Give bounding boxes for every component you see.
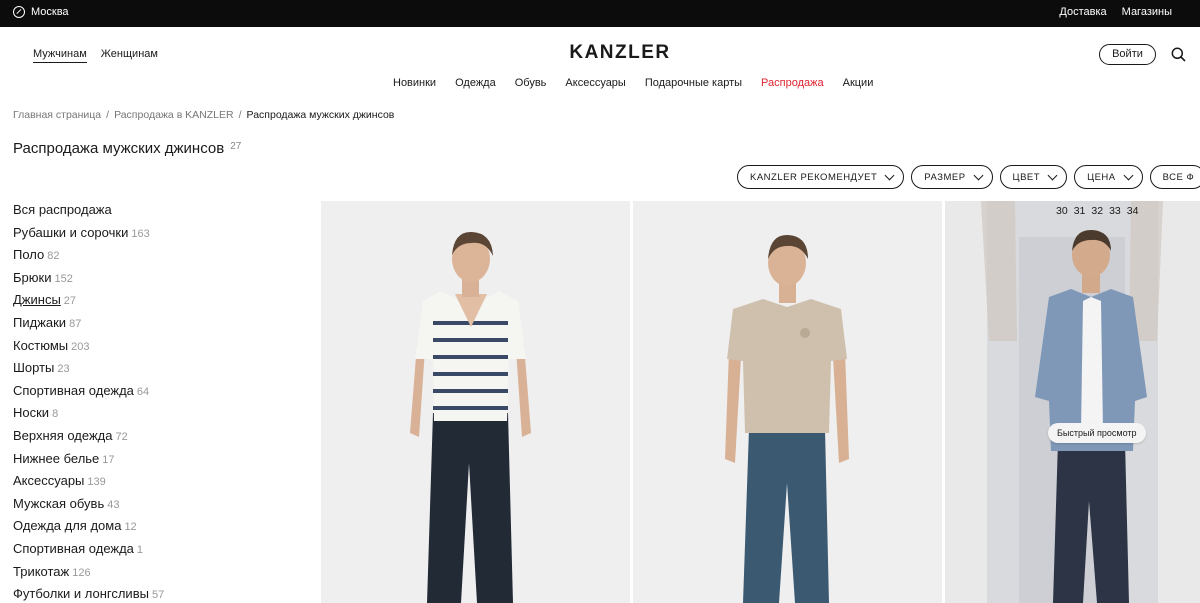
sidebar-item-accessories[interactable]: Аксессуары 139 [13, 472, 164, 495]
all-filters-button[interactable]: ВСЕ Ф [1149, 165, 1200, 189]
main-menu: Новинки Одежда Обувь Аксессуары Подарочн… [393, 77, 873, 89]
city-label: Москва [31, 6, 69, 18]
size-option[interactable]: 34 [1127, 205, 1139, 217]
available-sizes: 30 31 32 33 34 [1056, 205, 1138, 217]
breadcrumb-separator: / [106, 109, 110, 121]
all-filters-label: ВСЕ Ф [1162, 171, 1195, 183]
size-option[interactable]: 32 [1091, 205, 1103, 217]
top-bar: Москва Доставка Магазины [0, 0, 1200, 27]
page-title-text: Распродажа мужских джинсов [13, 140, 225, 157]
chevron-down-icon [884, 170, 895, 181]
size-option[interactable]: 33 [1109, 205, 1121, 217]
price-filter[interactable]: ЦЕНА [1074, 165, 1143, 189]
menu-item-gift-cards[interactable]: Подарочные карты [645, 77, 742, 89]
city-selector[interactable]: Москва [13, 6, 69, 18]
sidebar-item-shoes[interactable]: Мужская обувь 43 [13, 495, 164, 518]
sidebar-item-shirts[interactable]: Рубашки и сорочки 163 [13, 224, 164, 247]
breadcrumb: Главная страница / Распродажа в KANZLER … [13, 109, 394, 121]
menu-item-shoes[interactable]: Обувь [515, 77, 547, 89]
chevron-down-icon [1047, 170, 1058, 181]
product-image [725, 234, 849, 603]
search-icon[interactable] [1171, 47, 1186, 62]
color-filter[interactable]: ЦВЕТ [999, 165, 1068, 189]
sort-label: KANZLER РЕКОМЕНДУЕТ [750, 171, 878, 183]
menu-item-sale[interactable]: Распродажа [761, 77, 824, 89]
sidebar-item-underwear[interactable]: Нижнее белье 17 [13, 450, 164, 473]
sidebar-item-outerwear[interactable]: Верхняя одежда 72 [13, 427, 164, 450]
breadcrumb-current: Распродажа мужских джинсов [246, 109, 395, 121]
breadcrumb-home[interactable]: Главная страница [13, 109, 101, 121]
sidebar-item-trousers[interactable]: Брюки 152 [13, 269, 164, 292]
site-header: Мужчинам Женщинам KANZLER Войти Новинки … [0, 27, 1200, 97]
product-count: 27 [230, 141, 242, 152]
sidebar-item-jackets[interactable]: Пиджаки 87 [13, 314, 164, 337]
product-image [981, 201, 1163, 603]
breadcrumb-separator: / [238, 109, 242, 121]
size-option[interactable]: 31 [1074, 205, 1086, 217]
menu-item-promotions[interactable]: Акции [843, 77, 874, 89]
sidebar-item-socks[interactable]: Носки 8 [13, 404, 164, 427]
category-sidebar: Вся распродажа Рубашки и сорочки 163 Поло… [13, 201, 164, 603]
stores-link[interactable]: Магазины [1122, 6, 1172, 18]
delivery-link[interactable]: Доставка [1059, 6, 1106, 18]
login-button[interactable]: Войти [1099, 44, 1156, 65]
product-card[interactable]: 30 31 32 33 34 Быстрый просмотр [945, 201, 1200, 603]
quick-view-button[interactable]: Быстрый просмотр [1048, 423, 1146, 443]
product-card[interactable] [321, 201, 630, 603]
chevron-down-icon [1123, 170, 1134, 181]
sidebar-item-knitwear[interactable]: Трикотаж 126 [13, 563, 164, 586]
product-image [410, 231, 531, 603]
sidebar-item-shorts[interactable]: Шорты 23 [13, 359, 164, 382]
breadcrumb-sale[interactable]: Распродажа в KANZLER [114, 109, 234, 121]
menu-item-clothing[interactable]: Одежда [455, 77, 496, 89]
logo[interactable]: KANZLER [0, 42, 1200, 64]
product-card[interactable] [633, 201, 942, 603]
sidebar-item-jeans[interactable]: Джинсы 27 [13, 291, 164, 314]
sidebar-item-all-sale[interactable]: Вся распродажа [13, 201, 164, 224]
page-title: Распродажа мужских джинсов 27 [13, 140, 241, 157]
size-option[interactable]: 30 [1056, 205, 1068, 217]
sidebar-item-tshirts[interactable]: Футболки и лонгсливы 57 [13, 585, 164, 603]
sort-dropdown[interactable]: KANZLER РЕКОМЕНДУЕТ [737, 165, 905, 189]
size-filter-label: РАЗМЕР [924, 171, 966, 183]
sidebar-item-suits[interactable]: Костюмы 203 [13, 337, 164, 360]
sidebar-item-sportswear-2[interactable]: Спортивная одежда 1 [13, 540, 164, 563]
location-icon [13, 6, 25, 18]
filter-bar: KANZLER РЕКОМЕНДУЕТ РАЗМЕР ЦВЕТ ЦЕНА ВСЕ… [737, 165, 1200, 189]
color-filter-label: ЦВЕТ [1012, 171, 1041, 183]
menu-item-accessories[interactable]: Аксессуары [565, 77, 625, 89]
sidebar-item-sportswear[interactable]: Спортивная одежда 64 [13, 382, 164, 405]
sidebar-item-homewear[interactable]: Одежда для дома 12 [13, 517, 164, 540]
price-filter-label: ЦЕНА [1087, 171, 1116, 183]
chevron-down-icon [973, 170, 983, 181]
sidebar-item-polo[interactable]: Поло 82 [13, 246, 164, 269]
menu-item-new[interactable]: Новинки [393, 77, 436, 89]
size-filter[interactable]: РАЗМЕР [911, 165, 993, 189]
